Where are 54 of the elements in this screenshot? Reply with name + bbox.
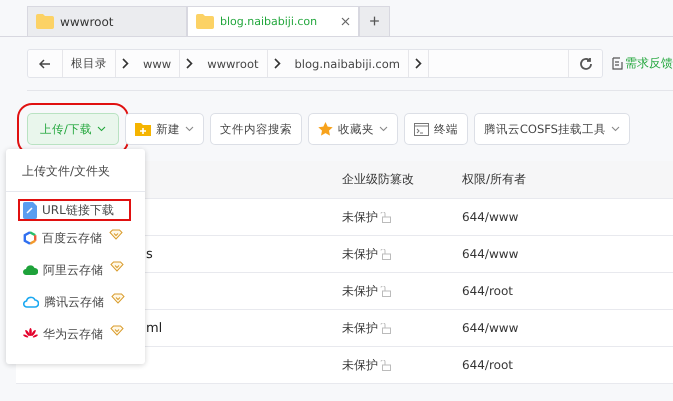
cloud-icon [23,264,38,276]
back-arrow-icon [39,58,51,68]
folder-tab[interactable]: wwwroot [27,6,187,36]
toolbar-button[interactable]: 腾讯云COSFS挂载工具 [474,113,630,145]
table-cell: 644/www [462,210,518,224]
toolbar-button[interactable]: 终端 [404,113,468,145]
close-icon[interactable] [341,17,350,26]
menu-item[interactable]: 华为云存储 [6,318,145,350]
feedback-icon [612,57,623,70]
cloud-icon [23,296,39,308]
chevron-icon [274,58,280,69]
table-cell: 644/www [462,247,518,261]
petal-logo-icon [23,328,38,340]
toolbar-button[interactable]: 收藏夹 [308,113,398,145]
breadcrumb-item[interactable]: 根目录 [63,50,116,77]
unlock-icon [380,286,391,296]
table-cell: 未保护 [342,282,378,300]
menu-item[interactable]: 上传文件/文件夹 [6,149,145,191]
unlock-icon [380,360,391,370]
folder-plus-icon [134,122,151,136]
refresh-icon [578,56,592,70]
menu-item[interactable]: URL链接下载 [17,198,132,222]
table-cell: 未保护 [342,208,378,226]
unlock-icon [380,212,391,222]
chevron-icon [414,58,422,69]
chevron-icon [122,58,129,69]
link-file-icon [23,202,37,218]
table-cell: 644/root [462,284,514,298]
hexagon-logo-icon [23,231,37,245]
chevron-icon [186,58,194,69]
unlock-icon [380,248,391,260]
unlock-icon [380,322,391,334]
terminal-icon [414,122,429,136]
menu-item[interactable]: 腾讯云存储 [6,286,145,318]
table-cell: 644/www [462,321,518,335]
breadcrumb-item[interactable]: www [135,50,180,77]
toolbar-button[interactable]: 新建 [124,113,204,145]
breadcrumb-item[interactable]: blog.naibabiji.com [286,50,409,77]
file-name[interactable]: s [146,246,153,262]
new-tab-button[interactable]: + [359,6,390,36]
menu-item[interactable]: 百度云存储 [6,222,145,254]
breadcrumb-item[interactable]: wwwroot [199,50,268,77]
folder-icon [36,14,54,29]
table-cell: 644/root [462,358,514,372]
column-header: 权限/所有者 [462,171,526,188]
file-name[interactable]: ml [146,320,162,336]
table-cell: 未保护 [342,246,378,262]
column-header: 企业级防篡改 [342,171,415,188]
menu-item[interactable]: 阿里云存储 [6,254,145,286]
folder-icon [196,14,214,29]
toolbar-button[interactable]: 文件内容搜索 [210,113,302,145]
star-icon [318,122,333,136]
table-cell: 未保护 [342,320,378,336]
table-cell: 未保护 [342,356,378,374]
